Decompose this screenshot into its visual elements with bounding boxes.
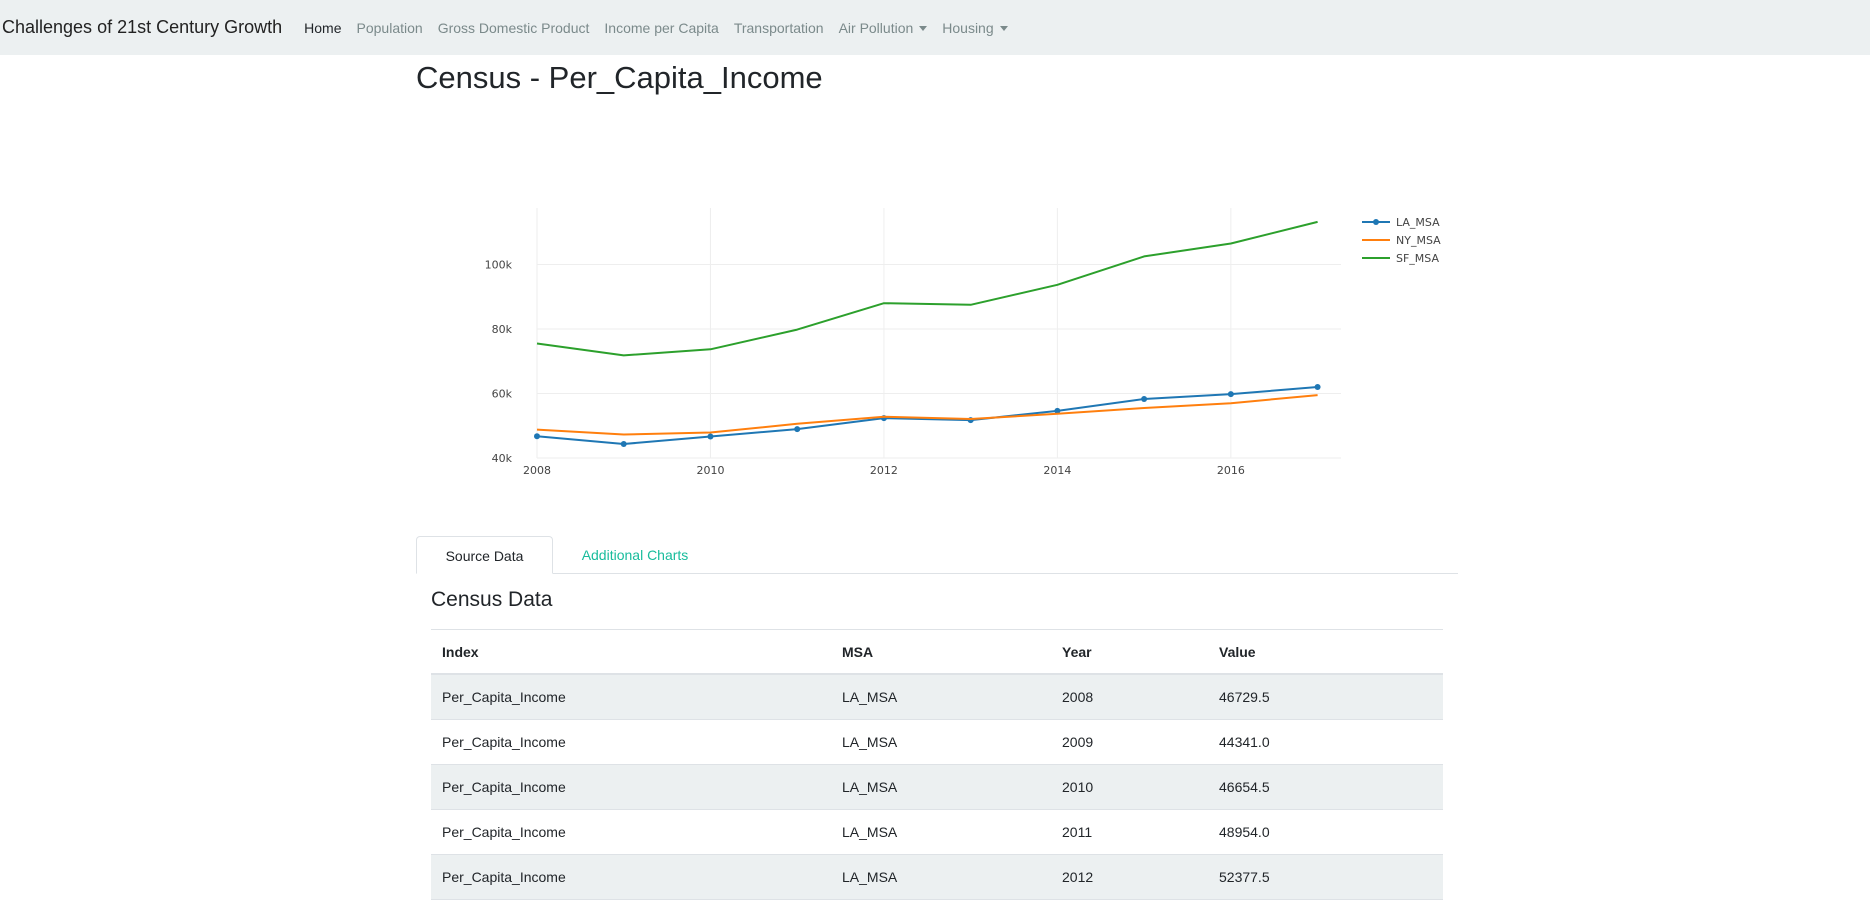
nav-air-pollution-dropdown[interactable]: Air Pollution (839, 20, 928, 36)
y-tick-label: 40k (492, 452, 513, 465)
cell-index: Per_Capita_Income (431, 764, 831, 810)
column-header-index[interactable]: Index (431, 629, 831, 675)
tab-additional-charts[interactable]: Additional Charts (574, 536, 696, 572)
series-line-ny_msa (536, 394, 1318, 436)
cell-msa: LA_MSA (831, 674, 1051, 720)
brand-link[interactable]: Challenges of 21st Century Growth (2, 17, 282, 38)
series-line-la_msa (536, 386, 1318, 445)
top-navbar: Challenges of 21st Century Growth Home P… (0, 0, 1870, 55)
table-row: Per_Capita_Income LA_MSA 2008 46729.5 (431, 674, 1443, 720)
cell-msa: LA_MSA (831, 719, 1051, 765)
cell-value: 44341.0 (1208, 719, 1443, 765)
legend-label: LA_MSA (1396, 216, 1440, 229)
cell-year: 2009 (1051, 719, 1208, 765)
nav-gdp[interactable]: Gross Domestic Product (438, 20, 590, 36)
cell-index: Per_Capita_Income (431, 854, 831, 900)
nav-income-per-capita[interactable]: Income per Capita (604, 20, 718, 36)
table-header-row: Index MSA Year Value (431, 629, 1443, 675)
data-point (1227, 391, 1234, 398)
cell-year: 2012 (1051, 854, 1208, 900)
census-data-table: Index MSA Year Value Per_Capita_Income L… (431, 629, 1443, 900)
census-data-title: Census Data (431, 588, 553, 611)
x-tick-label: 2016 (1217, 464, 1245, 477)
table-row: Per_Capita_Income LA_MSA 2012 52377.5 (431, 854, 1443, 900)
caret-down-icon (919, 25, 928, 31)
cell-value: 52377.5 (1208, 854, 1443, 900)
caret-down-icon (999, 25, 1008, 31)
legend-label: SF_MSA (1396, 252, 1439, 265)
data-point (1314, 384, 1321, 391)
tab-source-data[interactable]: Source Data (416, 536, 553, 574)
cell-value: 46654.5 (1208, 764, 1443, 810)
cell-index: Per_Capita_Income (431, 809, 831, 855)
page-title: Census - Per_Capita_Income (416, 60, 823, 95)
cell-value: 48954.0 (1208, 809, 1443, 855)
cell-msa: LA_MSA (831, 764, 1051, 810)
x-tick-label: 2014 (1043, 464, 1071, 477)
data-point (707, 433, 714, 440)
cell-msa: LA_MSA (831, 854, 1051, 900)
column-header-value[interactable]: Value (1208, 629, 1443, 675)
column-header-year[interactable]: Year (1051, 629, 1208, 675)
y-tick-label: 80k (492, 323, 513, 336)
nav-transportation[interactable]: Transportation (734, 20, 824, 36)
data-point (794, 426, 801, 433)
nav-population[interactable]: Population (357, 20, 423, 36)
cell-index: Per_Capita_Income (431, 674, 831, 720)
cell-year: 2008 (1051, 674, 1208, 720)
x-tick-label: 2012 (870, 464, 898, 477)
legend-label: NY_MSA (1396, 234, 1441, 247)
x-tick-label: 2008 (523, 464, 551, 477)
y-tick-label: 100k (485, 258, 513, 271)
nav-housing-dropdown[interactable]: Housing (942, 20, 1008, 36)
income-line-chart[interactable]: 2008 2010 2012 2014 2016 40k 60k 80k 100k LA_MSA N… (416, 180, 1466, 510)
cell-year: 2010 (1051, 764, 1208, 810)
data-point (534, 433, 540, 440)
table-row: Per_Capita_Income LA_MSA 2011 48954.0 (431, 809, 1443, 855)
x-tick-label: 2010 (696, 464, 724, 477)
y-tick-label: 60k (492, 387, 513, 400)
tab-bar: Source Data Additional Charts (416, 536, 1458, 574)
cell-year: 2011 (1051, 809, 1208, 855)
series-line-sf_msa (536, 220, 1318, 357)
table-row: Per_Capita_Income LA_MSA 2010 46654.5 (431, 764, 1443, 810)
legend-marker (1373, 219, 1379, 225)
cell-msa: LA_MSA (831, 809, 1051, 855)
nav-home[interactable]: Home (304, 20, 341, 36)
column-header-msa[interactable]: MSA (831, 629, 1051, 675)
table-row: Per_Capita_Income LA_MSA 2009 44341.0 (431, 719, 1443, 765)
data-point (620, 440, 627, 447)
cell-index: Per_Capita_Income (431, 719, 831, 765)
cell-value: 46729.5 (1208, 674, 1443, 720)
data-point (1141, 395, 1148, 402)
